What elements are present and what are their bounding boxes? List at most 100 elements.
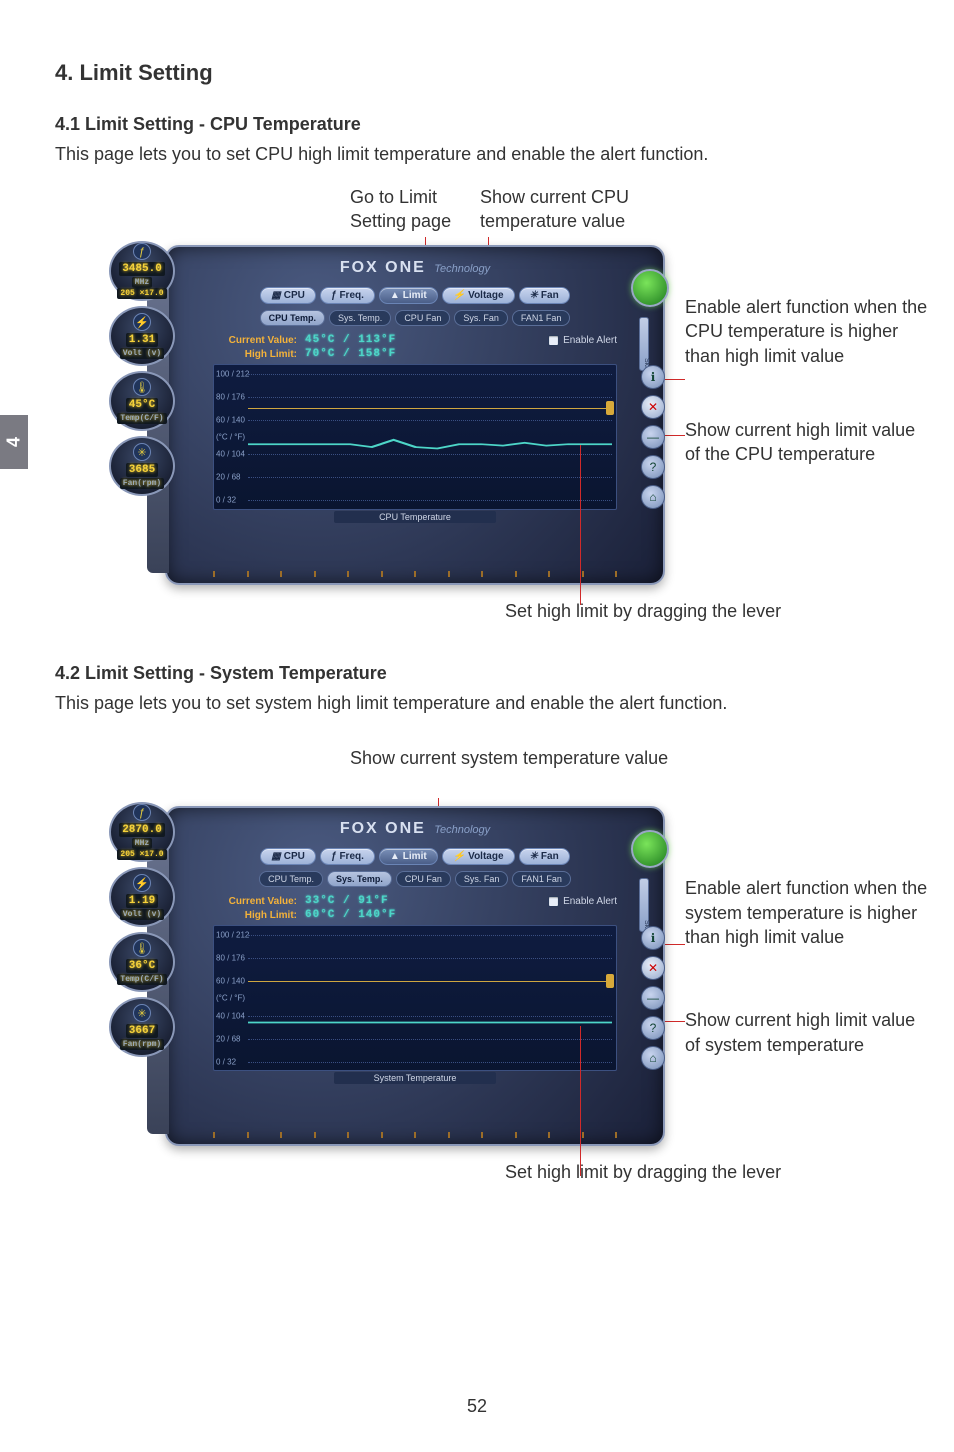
- enable-alert-control[interactable]: Enable Alert: [548, 335, 617, 346]
- gauge-rpm: ✳ 3685 Fan(rpm): [109, 436, 175, 496]
- chapter-tab: 4: [0, 415, 28, 469]
- foxone-logo: FOX ONE: [340, 259, 426, 277]
- subtab-cpu-temp[interactable]: CPU Temp.: [260, 310, 325, 326]
- gauge-volt: ⚡ 1.31 Volt (v): [109, 306, 175, 366]
- fan-icon: ✳: [530, 851, 538, 862]
- thermometer-icon: 🌡: [133, 378, 151, 396]
- subtab-sys-temp[interactable]: Sys. Temp.: [327, 871, 392, 887]
- tab-cpu[interactable]: ▦CPU: [260, 287, 316, 304]
- subtab-fan1[interactable]: FAN1 Fan: [512, 871, 571, 887]
- body-4-1: This page lets you to set CPU high limit…: [55, 141, 899, 167]
- side-rail: ℹ ✕ — ? ⌂: [641, 926, 665, 1070]
- high-limit-lever[interactable]: [606, 401, 614, 415]
- minimize-button[interactable]: —: [641, 986, 665, 1010]
- value-current-sys: 33°C / 91°F: [305, 895, 389, 907]
- enable-alert-control[interactable]: Enable Alert: [548, 896, 617, 907]
- info-button[interactable]: ℹ: [641, 926, 665, 950]
- label-enable-alert: Enable Alert: [563, 335, 617, 346]
- frequency-icon: ƒ: [133, 804, 151, 821]
- subtab-cpu-fan[interactable]: CPU Fan: [396, 871, 451, 887]
- heading-4-1: 4.1 Limit Setting - CPU Temperature: [55, 114, 899, 135]
- help-button[interactable]: ?: [641, 1016, 665, 1040]
- thermometer-icon: 🌡: [133, 939, 151, 957]
- value-high-limit-sys: 60°C / 140°F: [305, 909, 396, 921]
- high-limit-lever[interactable]: [606, 974, 614, 988]
- bolt-icon: ⚡: [453, 290, 465, 301]
- skin-slider[interactable]: [639, 878, 649, 932]
- close-button[interactable]: ✕: [641, 956, 665, 980]
- chart-xlabel-sys: System Temperature: [334, 1072, 496, 1084]
- side-rail: ℹ ✕ — ? ⌂: [641, 365, 665, 509]
- checkbox-icon[interactable]: [548, 335, 559, 346]
- foxone-panel-sys: ƒ 2870.0 MHz 205 ×17.0 ⚡ 1.19 Volt (v) 🌡…: [165, 806, 665, 1146]
- foxone-logo: FOX ONE: [340, 820, 426, 838]
- page-number: 52: [0, 1396, 954, 1417]
- tab-voltage[interactable]: ⚡Voltage: [442, 287, 515, 304]
- annot-set-high-limit-1: Set high limit by dragging the lever: [505, 599, 925, 623]
- heading-limit-setting: 4. Limit Setting: [55, 60, 899, 86]
- chip-icon: ▦: [271, 851, 280, 862]
- value-high-limit-cpu: 70°C / 158°F: [305, 348, 396, 360]
- help-button[interactable]: ?: [641, 455, 665, 479]
- callout-current-sys-temp: Show current system temperature value: [350, 746, 668, 770]
- subtab-cpu-fan[interactable]: CPU Fan: [395, 310, 450, 326]
- label-high-limit: High Limit:: [213, 349, 297, 360]
- body-4-2: This page lets you to set system high li…: [55, 690, 899, 716]
- annot-enable-alert-1: Enable alert function when the CPU tempe…: [685, 295, 935, 368]
- annot-enable-alert-2: Enable alert function when the system te…: [685, 876, 935, 949]
- info-button[interactable]: ℹ: [641, 365, 665, 389]
- subtab-sys-fan[interactable]: Sys. Fan: [455, 871, 509, 887]
- wave-icon: ƒ: [331, 851, 337, 862]
- tab-voltage[interactable]: ⚡Voltage: [442, 848, 515, 865]
- brand-bar: FOX ONE Technology: [167, 259, 663, 277]
- annot-high-limit-2: Show current high limit value of system …: [685, 1008, 935, 1057]
- gauge-temp: 🌡 45°C Temp(C/F): [109, 371, 175, 431]
- chart-sys-temp: 100 / 212 80 / 176 60 / 140 (°C / °F) 40…: [213, 925, 617, 1071]
- tab-freq[interactable]: ƒFreq.: [320, 848, 375, 865]
- callout-go-to-limit: Go to Limit Setting page: [350, 185, 451, 234]
- tab-limit[interactable]: ▲Limit: [379, 848, 438, 865]
- tab-fan[interactable]: ✳Fan: [519, 287, 570, 304]
- wave-icon: ƒ: [331, 290, 337, 301]
- fan-icon: ✳: [133, 1004, 151, 1022]
- bolt-icon: ⚡: [453, 851, 465, 862]
- gauge-rpm: ✳ 3667 Fan(rpm): [109, 997, 175, 1057]
- close-button[interactable]: ✕: [641, 395, 665, 419]
- subtab-sys-fan[interactable]: Sys. Fan: [454, 310, 508, 326]
- gauge-mhz: ƒ 2870.0 MHz 205 ×17.0: [109, 802, 175, 862]
- gauge-strip: ƒ 2870.0 MHz 205 ×17.0 ⚡ 1.19 Volt (v) 🌡…: [109, 802, 175, 1057]
- gauge-volt: ⚡ 1.19 Volt (v): [109, 867, 175, 927]
- value-current-cpu: 45°C / 113°F: [305, 334, 396, 346]
- subtab-sys-temp[interactable]: Sys. Temp.: [329, 310, 391, 326]
- gauge-temp: 🌡 36°C Temp(C/F): [109, 932, 175, 992]
- frequency-icon: ƒ: [133, 243, 151, 260]
- brand-bar: FOX ONE Technology: [167, 820, 663, 838]
- annot-set-high-limit-2: Set high limit by dragging the lever: [505, 1160, 925, 1184]
- label-current-value: Current Value:: [213, 896, 297, 907]
- fan-icon: ✳: [530, 290, 538, 301]
- home-button[interactable]: ⌂: [641, 1046, 665, 1070]
- tab-fan[interactable]: ✳Fan: [519, 848, 570, 865]
- limit-icon: ▲: [390, 290, 400, 301]
- home-button[interactable]: ⌂: [641, 485, 665, 509]
- readout-block: Current Value: 33°C / 91°F Enable Alert …: [213, 895, 617, 921]
- label-enable-alert: Enable Alert: [563, 896, 617, 907]
- label-current-value: Current Value:: [213, 335, 297, 346]
- subtab-cpu-temp[interactable]: CPU Temp.: [259, 871, 323, 887]
- skin-slider[interactable]: [639, 317, 649, 371]
- bolt-icon: ⚡: [133, 874, 151, 892]
- tab-limit[interactable]: ▲Limit: [379, 287, 438, 304]
- minimize-button[interactable]: —: [641, 425, 665, 449]
- power-button[interactable]: [631, 830, 669, 868]
- gauge-mhz: ƒ 3485.0 MHz 205 ×17.0: [109, 241, 175, 301]
- tab-freq[interactable]: ƒFreq.: [320, 287, 375, 304]
- gauge-strip: ƒ 3485.0 MHz 205 ×17.0 ⚡ 1.31 Volt (v) 🌡…: [109, 241, 175, 496]
- subtab-fan1[interactable]: FAN1 Fan: [512, 310, 571, 326]
- bolt-icon: ⚡: [133, 313, 151, 331]
- tab-cpu[interactable]: ▦CPU: [260, 848, 316, 865]
- power-button[interactable]: [631, 269, 669, 307]
- label-high-limit: High Limit:: [213, 910, 297, 921]
- checkbox-icon[interactable]: [548, 896, 559, 907]
- callout-current-cpu-temp: Show current CPU temperature value: [480, 185, 629, 234]
- limit-icon: ▲: [390, 851, 400, 862]
